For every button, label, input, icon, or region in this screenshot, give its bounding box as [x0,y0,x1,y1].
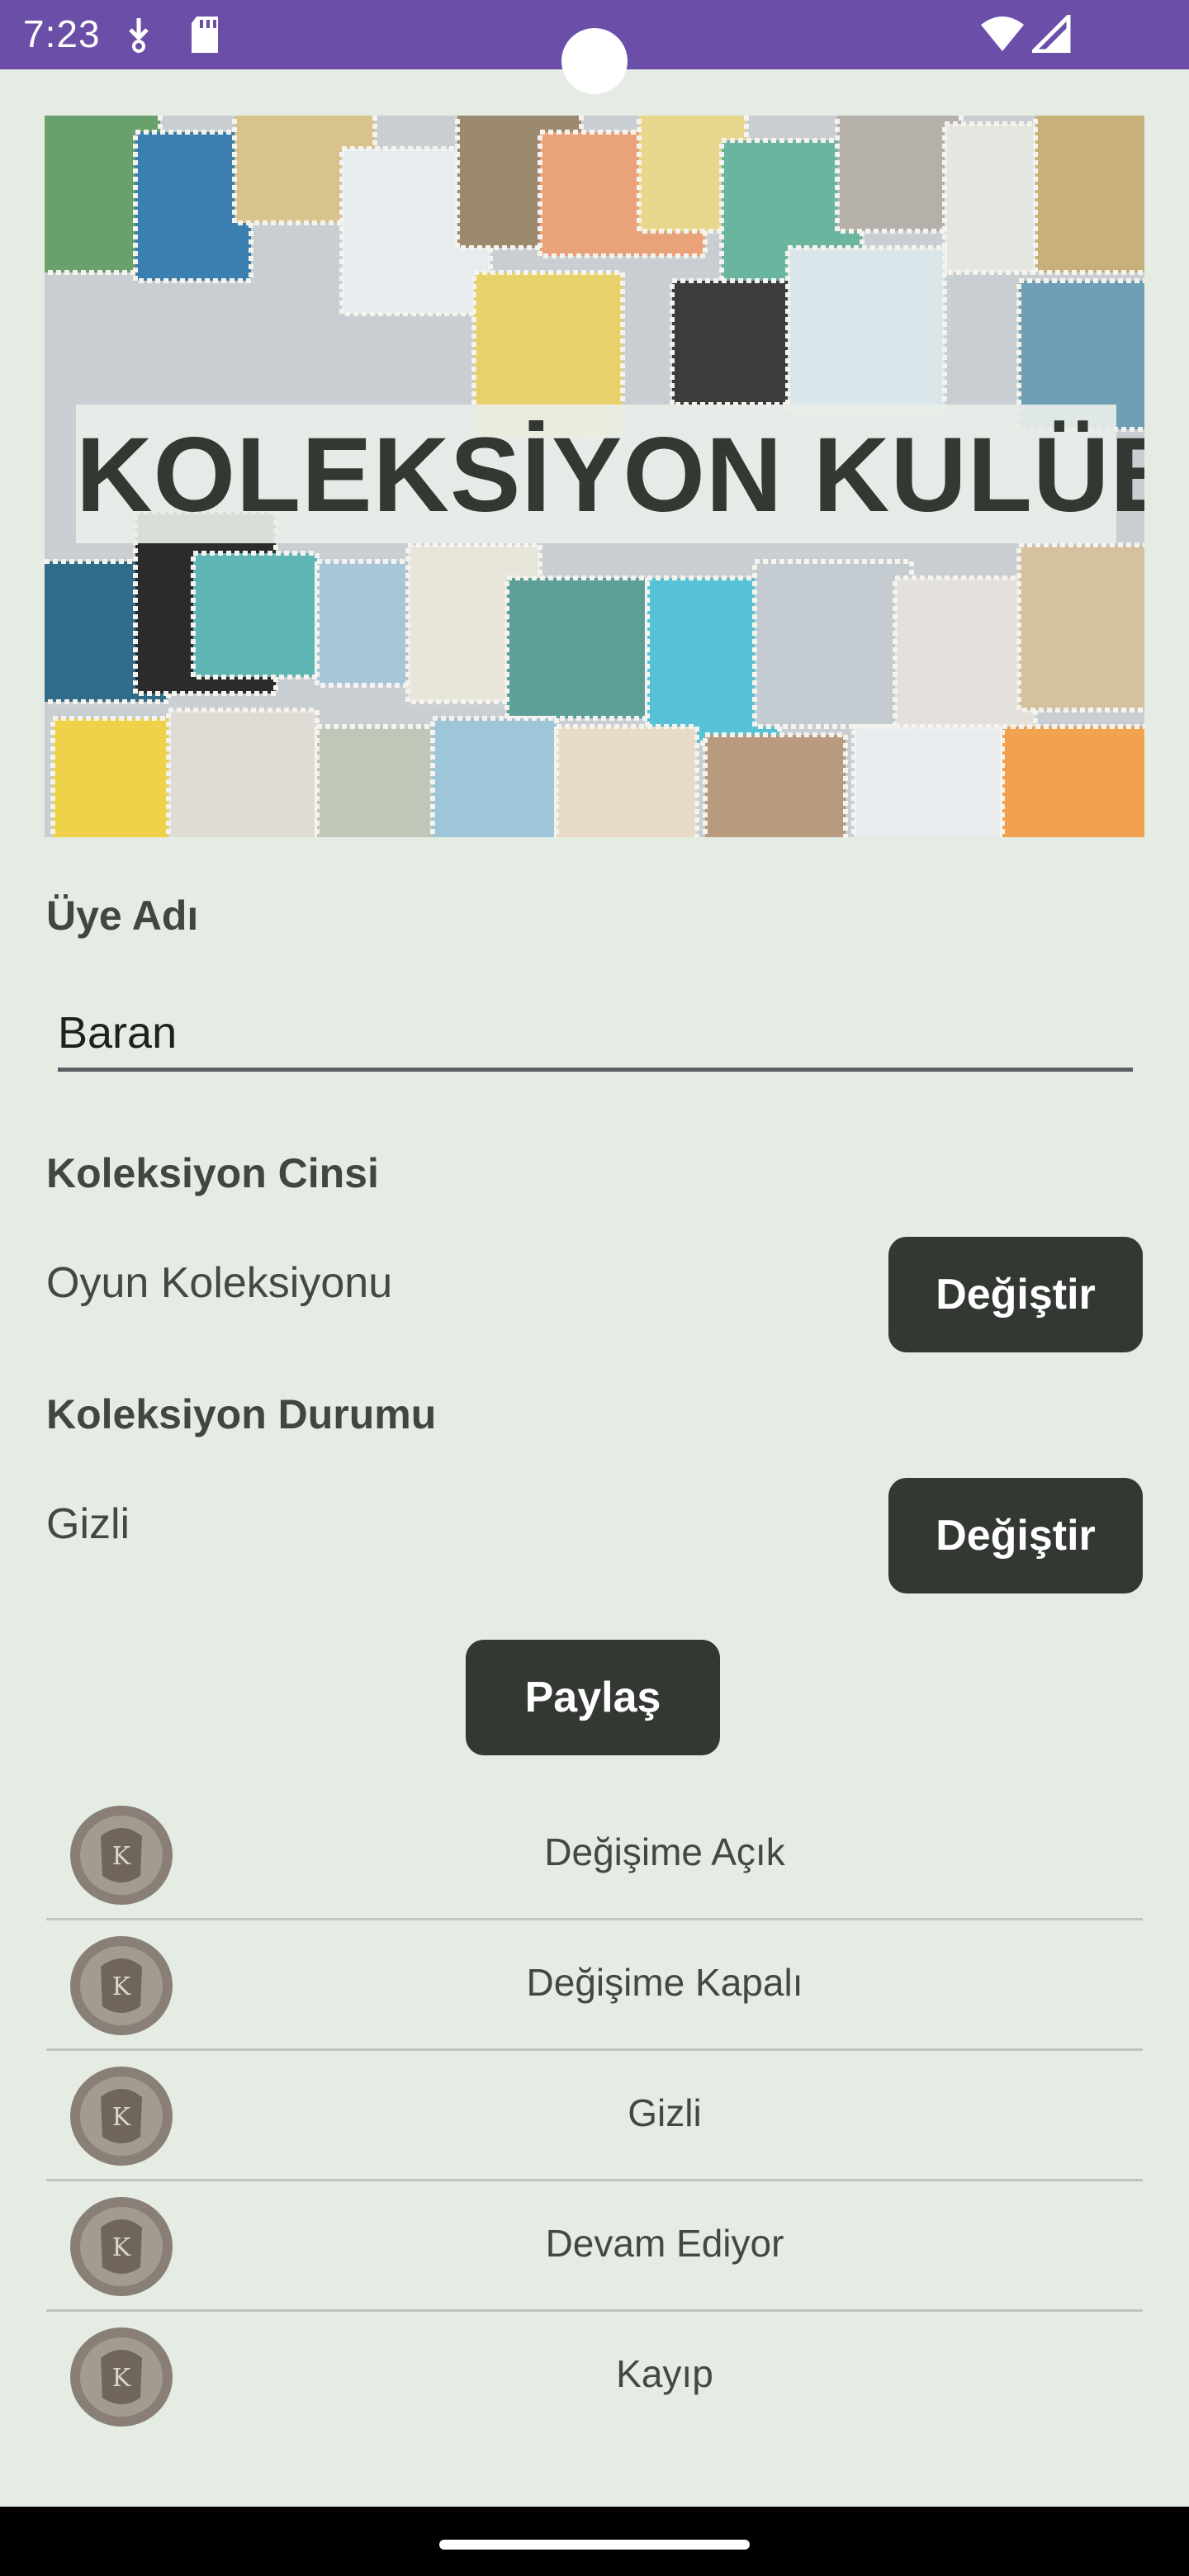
collection-status-label: Koleksiyon Durumu [46,1391,437,1437]
sd-card-icon [188,15,221,59]
svg-text:K: K [112,1842,131,1871]
coin-icon: K [68,2064,175,2168]
list-item-label: Kayıp [616,2352,713,2395]
coin-icon: K [68,2325,175,2429]
coin-icon: K [68,1934,175,2038]
banner-title: KOLEKSİYON KULÜBÜ [76,416,1144,534]
member-name-label: Üye Adı [46,893,199,939]
list-item[interactable]: K Kayıp [46,2312,1143,2442]
wifi-icon [979,15,1026,57]
svg-text:K: K [112,2364,131,2393]
list-item[interactable]: K Devam Ediyor [46,2181,1143,2312]
collection-type-label: Koleksiyon Cinsi [46,1150,379,1196]
change-collection-status-button[interactable]: Değiştir [888,1478,1143,1593]
coin-icon: K [68,2195,175,2299]
list-item[interactable]: K Değişime Açık [46,1790,1143,1920]
share-button[interactable]: Paylaş [466,1640,720,1755]
list-item[interactable]: K Değişime Kapalı [46,1920,1143,2051]
collection-type-value: Oyun Koleksiyonu [46,1259,393,1307]
coin-icon: K [68,1803,175,1907]
home-gesture-handle[interactable] [439,2540,750,2550]
svg-text:K: K [112,2233,131,2262]
status-list: K Değişime Açık K Değişime Kapalı K Gizl… [46,1790,1143,2442]
signal-icon [1028,11,1072,57]
list-item-label: Gizli [628,2091,702,2134]
navigation-bar [0,2507,1189,2576]
collection-status-value: Gizli [46,1500,130,1548]
banner-image: KOLEKSİYON KULÜBÜ [45,116,1144,837]
status-time: 7:23 [23,12,101,55]
svg-text:K: K [112,1972,131,2001]
list-item-label: Devam Ediyor [545,2222,784,2265]
change-collection-type-button[interactable]: Değiştir [888,1237,1143,1352]
download-icon [124,15,154,59]
list-item-label: Değişime Açık [544,1830,785,1873]
list-item[interactable]: K Gizli [46,2051,1143,2181]
list-item-label: Değişime Kapalı [526,1961,803,2004]
camera-cutout [561,28,628,94]
member-name-input[interactable] [58,997,1133,1072]
svg-text:K: K [112,2103,131,2132]
